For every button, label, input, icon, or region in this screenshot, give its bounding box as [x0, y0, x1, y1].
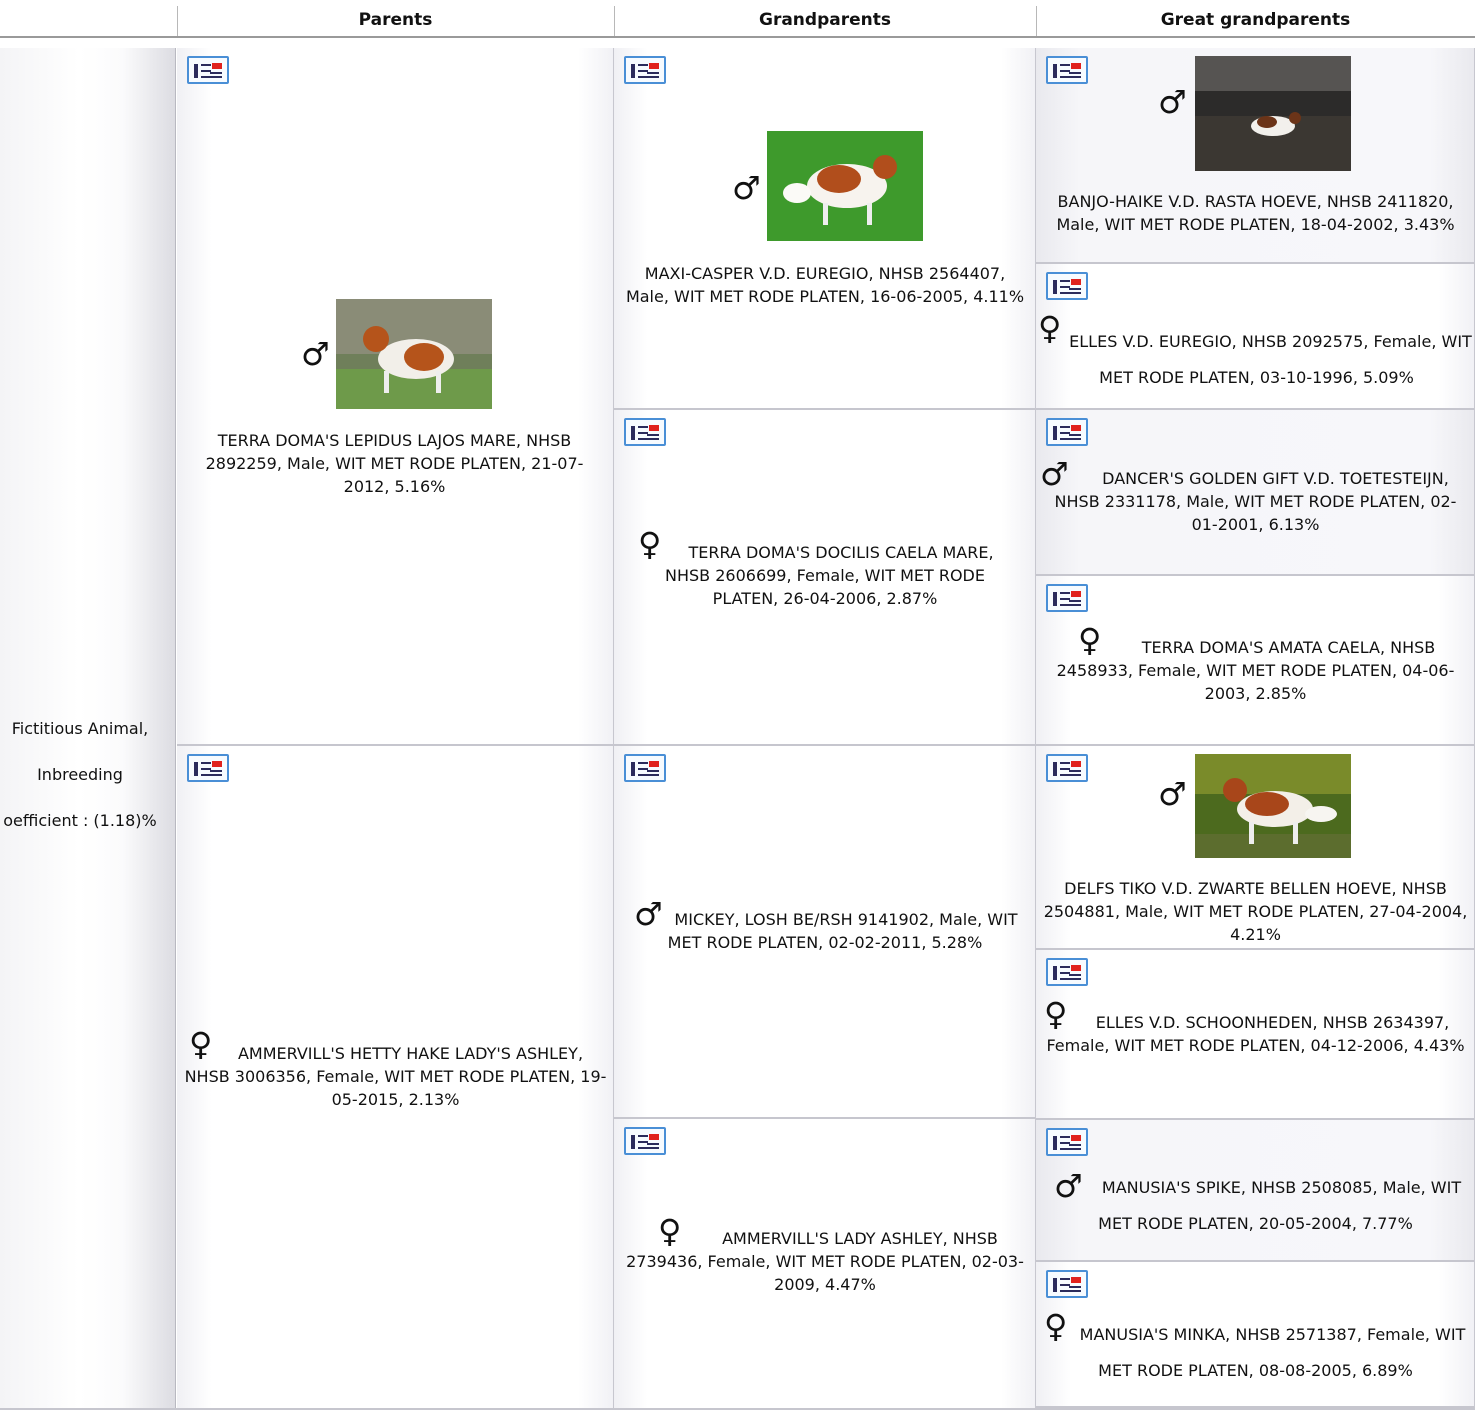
great-grandparent-dss-cell: ♂ DELFS TIKO V.D. ZWARTE BELLEN HOEVE, N… — [1036, 746, 1475, 950]
grandparent-sd-info[interactable]: TERRA DOMA'S DOCILIS CAELA MARE, NHSB 26… — [634, 541, 1016, 610]
pedigree-card-icon[interactable] — [624, 418, 666, 446]
great-grandparent-dds-cell: ♂ MANUSIA'S SPIKE, NHSB 2508085, Male, W… — [1036, 1120, 1475, 1262]
subject-inbreeding-label: Inbreeding — [37, 765, 123, 784]
parent-dam-info[interactable]: AMMERVILL'S HETTY HAKE LADY'S ASHLEY, NH… — [183, 1042, 608, 1111]
header-grandparents: Grandparents — [614, 0, 1036, 38]
dog-photo[interactable] — [767, 131, 923, 241]
dog-photo[interactable] — [1195, 56, 1351, 171]
great-grandparent-sdd-info[interactable]: TERRA DOMA'S AMATA CAELA, NHSB 2458933, … — [1044, 636, 1467, 705]
header-blank — [0, 0, 177, 38]
pedigree-card-icon[interactable] — [1046, 584, 1088, 612]
pedigree-card-icon[interactable] — [1046, 958, 1088, 986]
pedigree-card-icon[interactable] — [624, 754, 666, 782]
pedigree-card-icon[interactable] — [1046, 418, 1088, 446]
header-parents: Parents — [177, 0, 614, 38]
great-grandparent-sdd-cell: ♀ TERRA DOMA'S AMATA CAELA, NHSB 2458933… — [1036, 576, 1475, 746]
grandparent-ss-info[interactable]: MAXI-CASPER V.D. EUREGIO, NHSB 2564407, … — [622, 262, 1028, 308]
male-symbol-icon: ♂ — [732, 169, 761, 207]
grandparent-ds-cell: ♂ MICKEY, LOSH BE/RSH 9141902, Male, WIT… — [614, 746, 1036, 1119]
great-grandparent-ssd-cell: ♀ ELLES V.D. EUREGIO, NHSB 2092575, Fema… — [1036, 264, 1475, 410]
great-grandparent-dss-info[interactable]: DELFS TIKO V.D. ZWARTE BELLEN HOEVE, NHS… — [1040, 877, 1471, 946]
great-grandparent-sss-info[interactable]: BANJO-HAIKE V.D. RASTA HOEVE, NHSB 24118… — [1044, 190, 1467, 236]
great-grandparent-ddd-cell: ♀ MANUSIA'S MINKA, NHSB 2571387, Female,… — [1036, 1262, 1475, 1408]
header-divider — [177, 6, 178, 36]
table-bottom-border — [0, 1408, 1475, 1410]
great-grandparent-sss-cell: ♂ BANJO-HAIKE V.D. RASTA HOEVE, NHSB 241… — [1036, 48, 1475, 264]
great-grandparent-sds-cell: ♂ DANCER'S GOLDEN GIFT V.D. TOETESTEIJN,… — [1036, 410, 1475, 576]
parent-sire-info[interactable]: TERRA DOMA'S LEPIDUS LAJOS MARE, NHSB 28… — [187, 429, 602, 498]
male-symbol-icon: ♂ — [301, 335, 330, 373]
male-symbol-icon: ♂ — [1158, 83, 1187, 121]
great-grandparent-dsd-info[interactable]: ELLES V.D. SCHOONHEDEN, NHSB 2634397, Fe… — [1044, 1011, 1467, 1057]
pedigree-card-icon[interactable] — [1046, 754, 1088, 782]
header-divider — [1036, 6, 1037, 36]
pedigree-card-icon[interactable] — [624, 56, 666, 84]
grandparent-ss-cell: ♂ MAXI-CASPER V.D. EUREGIO, NHSB 2564407… — [614, 48, 1036, 410]
subject-label: Fictitious Animal, Inbreeding oefficient… — [0, 694, 180, 855]
subject-name: Fictitious Animal, — [11, 719, 149, 738]
great-grandparent-ssd-info[interactable]: ELLES V.D. EUREGIO, NHSB 2092575, Female… — [1040, 324, 1473, 396]
pedigree-card-icon[interactable] — [1046, 56, 1088, 84]
dog-photo[interactable] — [1195, 754, 1351, 858]
great-grandparent-ddd-info[interactable]: MANUSIA'S MINKA, NHSB 2571387, Female, W… — [1044, 1317, 1467, 1389]
grandparent-dd-cell: ♀ AMMERVILL'S LADY ASHLEY, NHSB 2739436,… — [614, 1119, 1036, 1410]
pedigree-card-icon[interactable] — [187, 754, 229, 782]
pedigree-card-icon[interactable] — [187, 56, 229, 84]
subject-coefficient: oefficient : (1.18)% — [3, 811, 157, 830]
pedigree-card-icon[interactable] — [624, 1127, 666, 1155]
pedigree-card-icon[interactable] — [1046, 272, 1088, 300]
grandparent-dd-info[interactable]: AMMERVILL'S LADY ASHLEY, NHSB 2739436, F… — [618, 1227, 1032, 1296]
great-grandparent-sds-info[interactable]: DANCER'S GOLDEN GIFT V.D. TOETESTEIJN, N… — [1042, 467, 1469, 536]
male-symbol-icon: ♂ — [1158, 775, 1187, 813]
grandparent-sd-cell: ♀ TERRA DOMA'S DOCILIS CAELA MARE, NHSB … — [614, 410, 1036, 746]
header-great-grandparents: Great grandparents — [1036, 0, 1475, 38]
grandparent-ds-info[interactable]: MICKEY, LOSH BE/RSH 9141902, Male, WIT M… — [624, 908, 1026, 954]
header-divider — [614, 6, 615, 36]
subject-column: Fictitious Animal, Inbreeding oefficient… — [0, 48, 176, 1410]
pedigree-card-icon[interactable] — [1046, 1128, 1088, 1156]
dog-photo[interactable] — [336, 299, 492, 409]
parent-dam-cell: ♀ AMMERVILL'S HETTY HAKE LADY'S ASHLEY, … — [177, 746, 614, 1410]
great-grandparent-dsd-cell: ♀ ELLES V.D. SCHOONHEDEN, NHSB 2634397, … — [1036, 950, 1475, 1120]
great-grandparent-dds-info[interactable]: MANUSIA'S SPIKE, NHSB 2508085, Male, WIT… — [1044, 1170, 1467, 1242]
parent-sire-cell: ♂ TERRA DOMA'S LEPIDUS LAJOS MARE, NHSB … — [177, 48, 614, 746]
pedigree-card-icon[interactable] — [1046, 1270, 1088, 1298]
